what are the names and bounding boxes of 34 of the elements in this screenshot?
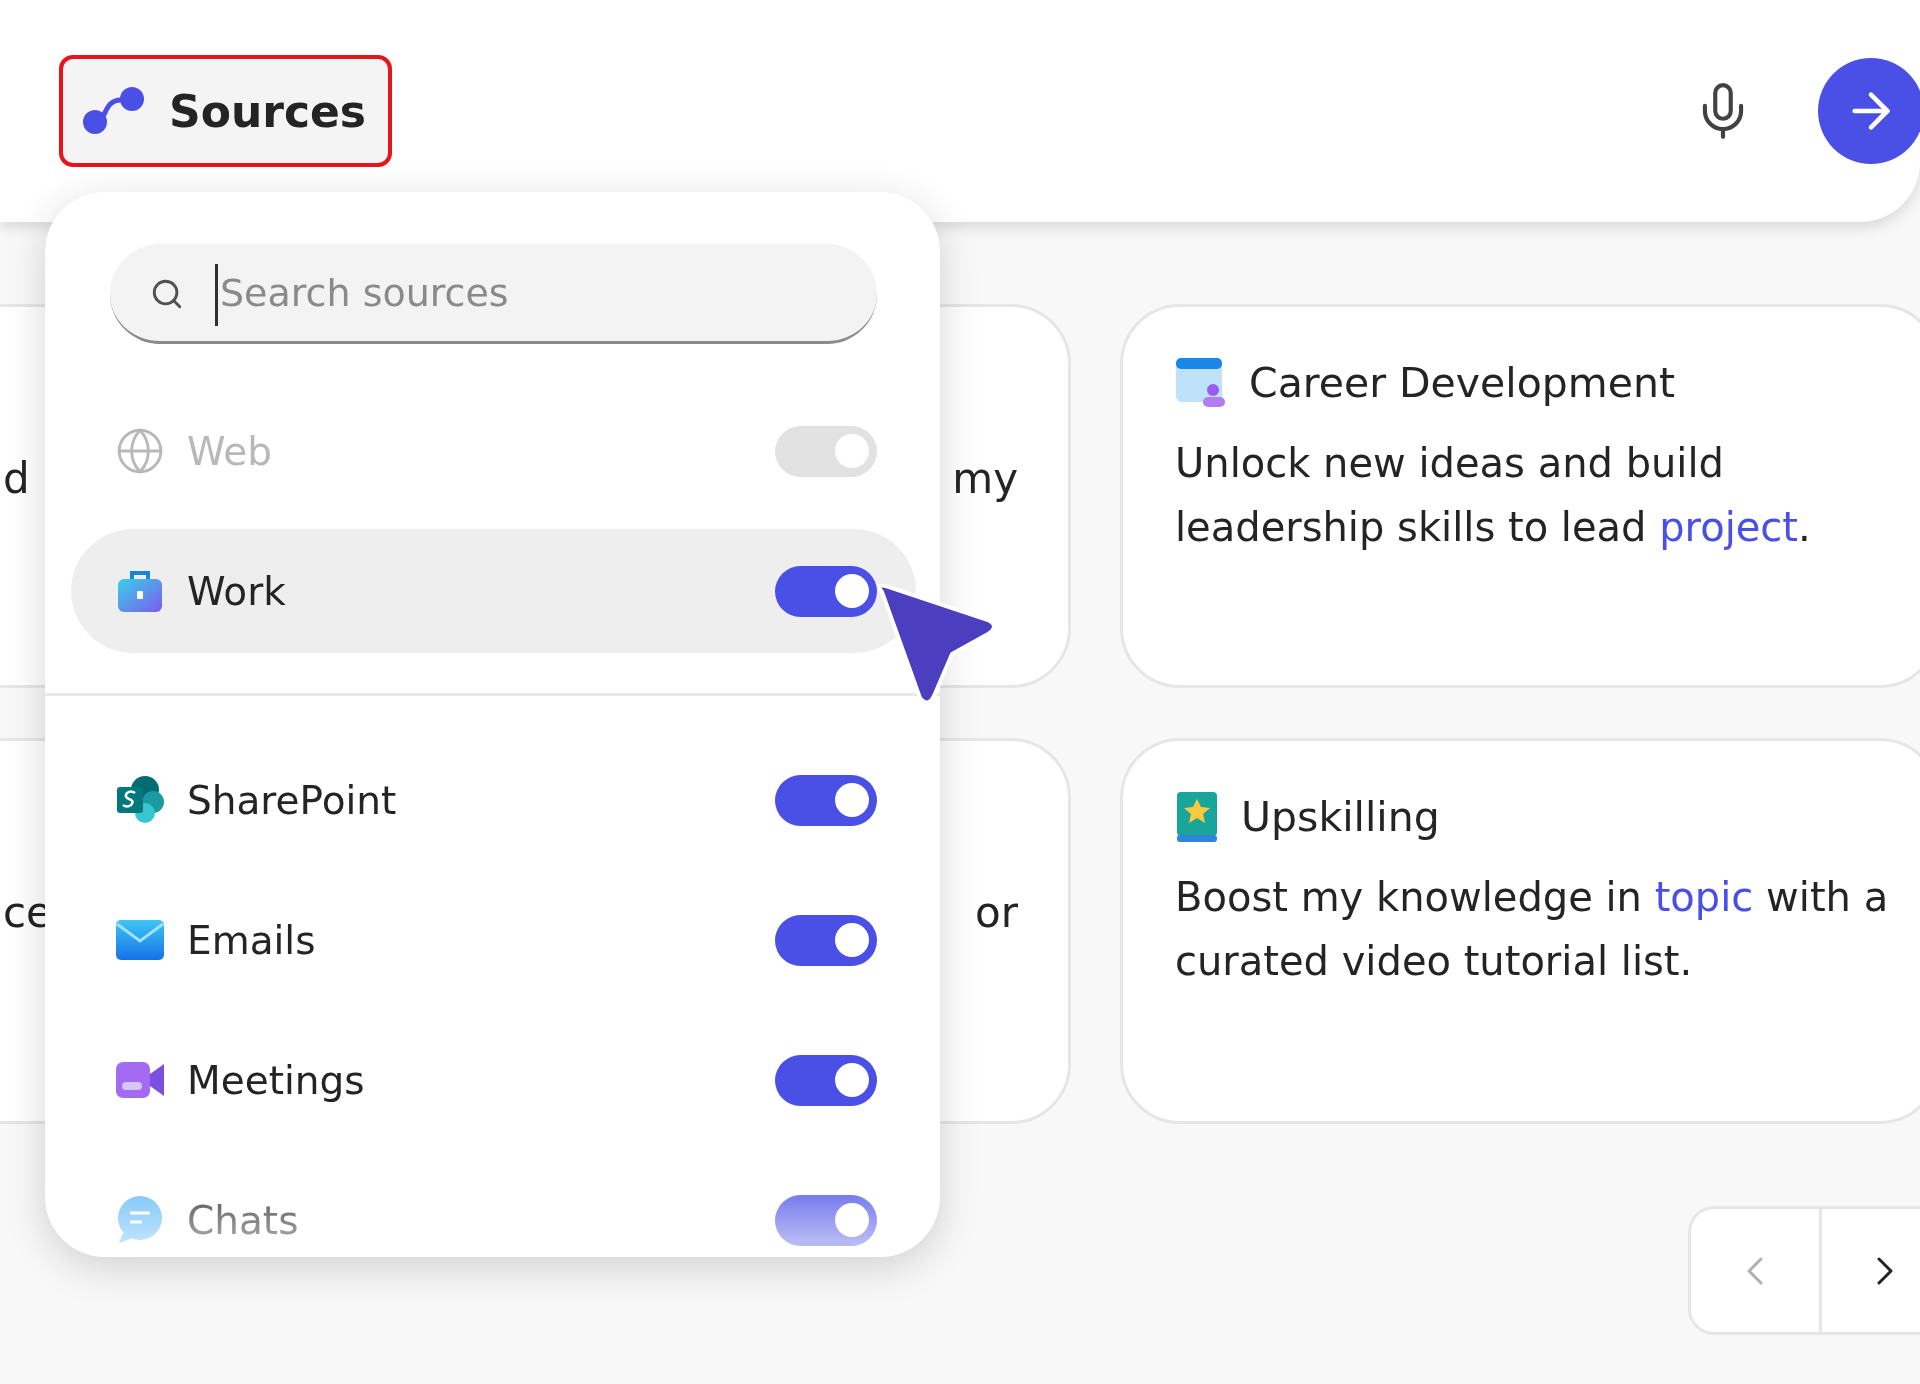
toggle-switch[interactable]: [775, 914, 877, 966]
card-title: Upskilling: [1241, 793, 1440, 841]
card-text: d: [3, 454, 30, 503]
calendar-people-icon: [1175, 357, 1227, 409]
prompt-card[interactable]: Upskilling Boost my knowledge in topic with a curated video tutorial list.: [1120, 738, 1920, 1124]
prompt-card[interactable]: Career Development Unlock new ideas and build leadership skills to lead project.: [1120, 304, 1920, 688]
card-prompt: Boost my knowledge in topic with a curated video tutorial list.: [1175, 873, 1890, 986]
card-prompt: Unlock new ideas and build leadership skills to lead project.: [1175, 439, 1812, 552]
globe-icon: [115, 426, 165, 476]
video-camera-icon: [115, 1060, 165, 1100]
briefcase-icon: [117, 569, 163, 613]
toggle-switch[interactable]: [775, 565, 877, 617]
prompt-placeholder[interactable]: topic: [1654, 874, 1754, 920]
toggle-switch[interactable]: [775, 1054, 877, 1106]
star-book-icon: [1175, 791, 1219, 843]
toggle-switch[interactable]: [775, 774, 877, 826]
source-item[interactable]: Chats: [71, 1158, 916, 1257]
card-title: Career Development: [1249, 359, 1676, 407]
connected-dots-icon: [81, 86, 147, 136]
source-item[interactable]: Emails: [71, 878, 916, 1002]
sharepoint-icon: [115, 775, 165, 825]
envelope-icon: [115, 919, 165, 961]
source-item[interactable]: Work: [71, 529, 916, 653]
source-item[interactable]: Meetings: [71, 1018, 916, 1142]
toggle-switch[interactable]: [775, 1194, 877, 1246]
search-field[interactable]: Search sources: [110, 244, 877, 344]
card-text: my: [952, 454, 1018, 503]
source-item[interactable]: SharePoint: [71, 738, 916, 862]
search-icon: [150, 277, 184, 311]
prompt-placeholder[interactable]: project: [1659, 504, 1799, 550]
card-text: or: [975, 888, 1018, 937]
sources-button[interactable]: Sources: [59, 55, 393, 167]
text-caret: [215, 264, 218, 326]
chat-bubble-icon: [115, 1195, 165, 1245]
